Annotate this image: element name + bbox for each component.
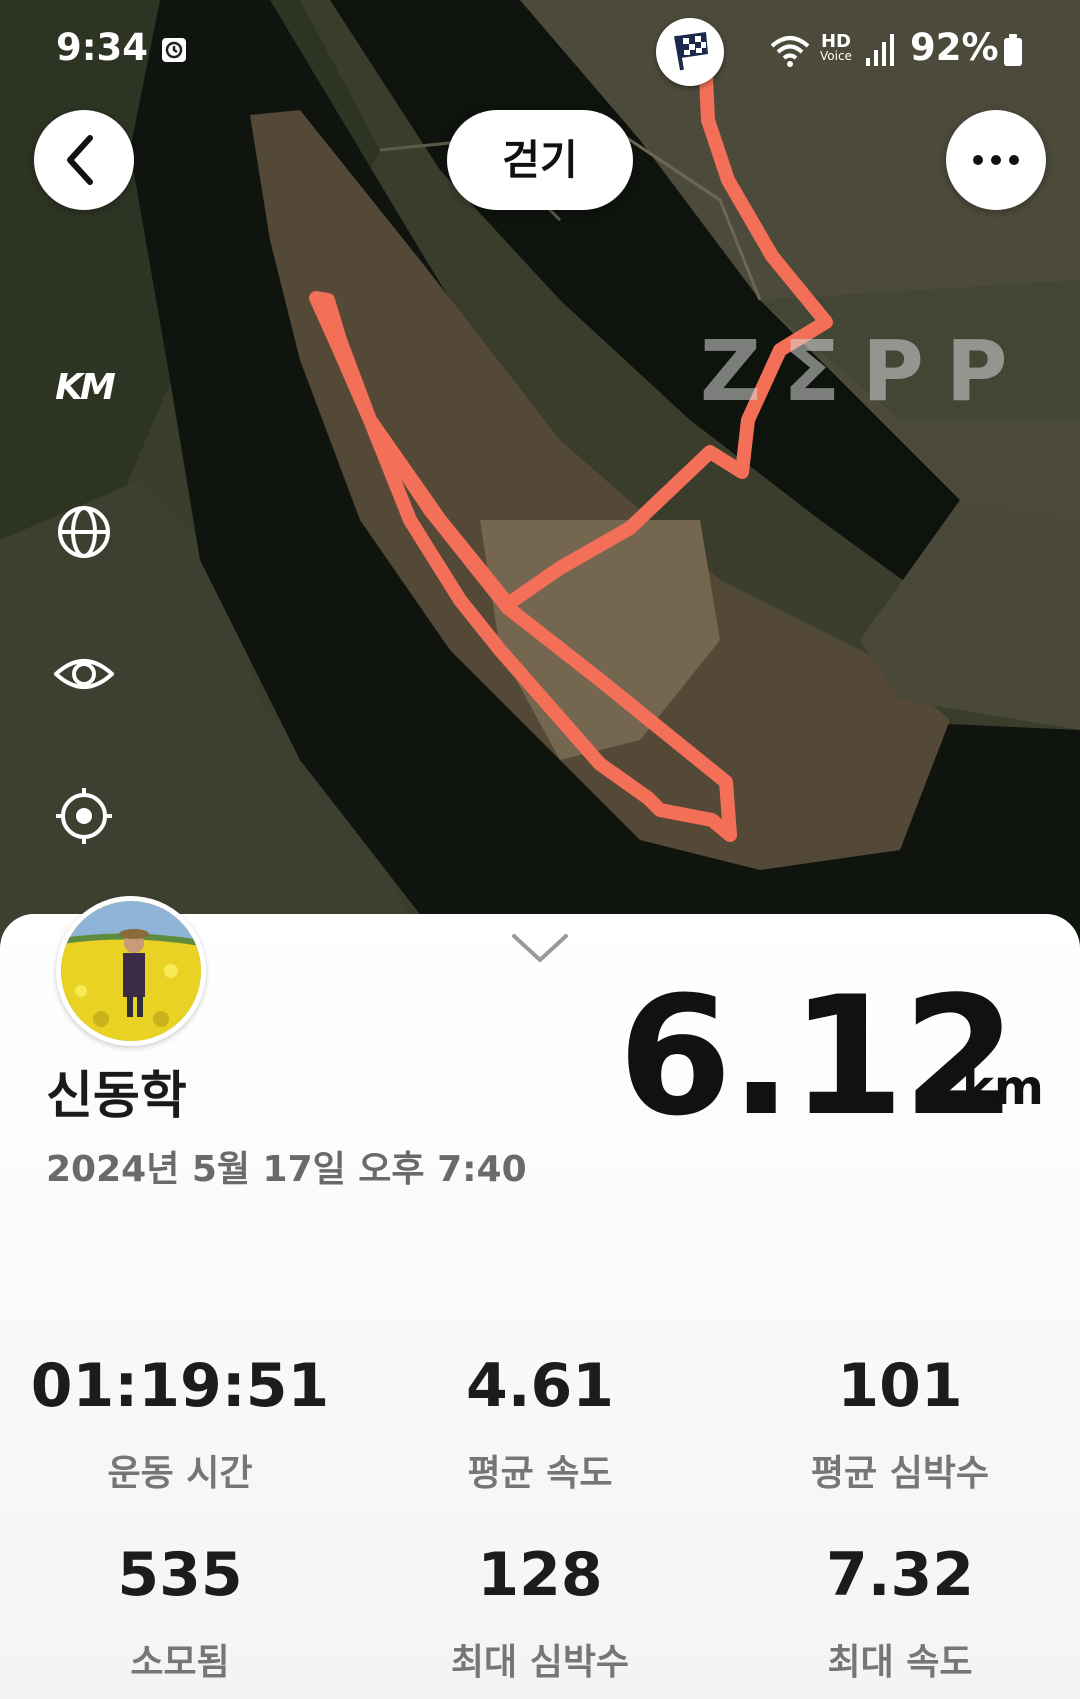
stat-label: 운동 시간 (107, 1453, 253, 1494)
hd-voice-indicator: HD Voice (820, 31, 852, 64)
stat-value: 101 (837, 1351, 963, 1421)
locate-icon (56, 788, 112, 844)
activity-type-title[interactable]: 걷기 (447, 110, 633, 210)
stat-duration: 01:19:51 운동 시간 (0, 1356, 360, 1496)
chevron-left-icon (67, 135, 93, 185)
stat-value: 128 (477, 1540, 603, 1610)
stat-value: 01:19:51 (30, 1351, 330, 1421)
stat-avg-heart-rate: 101 평균 심박수 (720, 1356, 1080, 1496)
finish-flag-marker (656, 18, 724, 86)
km-toggle-button[interactable]: KM (54, 358, 116, 418)
eye-icon (54, 659, 114, 689)
stat-calories: 535 소모됨 (0, 1545, 360, 1685)
globe-icon (58, 506, 110, 558)
more-options-button[interactable] (946, 110, 1046, 210)
stat-max-speed: 7.32 최대 속도 (720, 1545, 1080, 1685)
workout-datetime: 2024년 5월 17일 오후 7:40 (46, 1149, 527, 1190)
stat-value: 4.61 (465, 1351, 615, 1421)
stat-value: 535 (117, 1540, 243, 1610)
locate-button[interactable] (54, 786, 114, 846)
chevron-down-icon[interactable] (510, 930, 570, 970)
user-name: 신동학 (46, 1067, 187, 1126)
zepp-watermark: ZΣPP (700, 322, 1030, 420)
checkered-flag-icon (674, 32, 708, 71)
back-button[interactable] (34, 110, 134, 210)
avatar-image (61, 901, 201, 1041)
status-time: 9:34 (56, 26, 149, 69)
km-toggle-icon: KM (55, 367, 116, 408)
stat-max-heart-rate: 128 최대 심박수 (360, 1545, 720, 1685)
distance-value: 6.12 (618, 961, 1017, 1152)
signal-icon (866, 34, 894, 66)
more-icon (973, 155, 1019, 165)
wifi-icon (770, 36, 810, 67)
stat-label: 최대 심박수 (450, 1642, 630, 1683)
stat-value: 7.32 (825, 1540, 975, 1610)
stat-label: 평균 심박수 (810, 1453, 990, 1494)
status-bar: 9:34 HD Voice 92% (0, 0, 1080, 100)
visibility-button[interactable] (54, 644, 114, 704)
battery-icon (1004, 34, 1022, 66)
stat-label: 소모됨 (130, 1642, 230, 1683)
distance-unit: km (962, 1060, 1044, 1116)
stat-avg-speed: 4.61 평균 속도 (360, 1356, 720, 1496)
map-type-button[interactable] (54, 502, 114, 562)
stat-label: 평균 속도 (467, 1453, 613, 1494)
avatar[interactable] (56, 896, 206, 1046)
battery-percent: 92% (910, 26, 999, 69)
stat-label: 최대 속도 (827, 1642, 973, 1683)
alarm-icon (162, 38, 186, 62)
